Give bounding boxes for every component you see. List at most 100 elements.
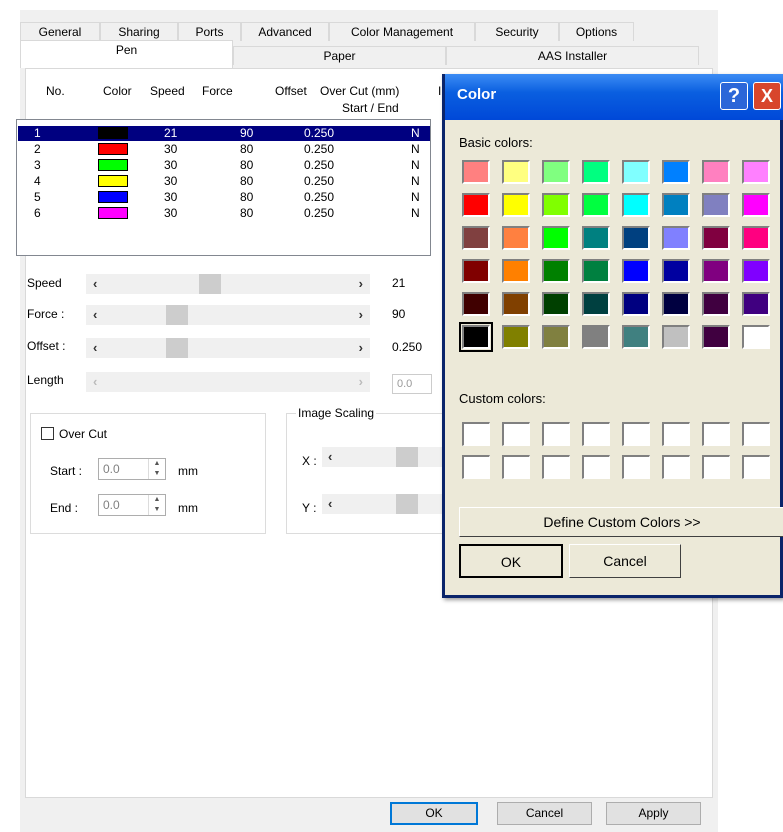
basic-color-swatch[interactable] <box>742 292 770 316</box>
custom-color-swatch[interactable] <box>662 455 690 479</box>
basic-color-swatch[interactable] <box>582 292 610 316</box>
basic-color-swatch[interactable] <box>702 193 730 217</box>
basic-color-swatch[interactable] <box>622 259 650 283</box>
basic-color-swatch[interactable] <box>582 193 610 217</box>
pen-row[interactable]: 2 30 80 0.250 N <box>18 142 430 157</box>
custom-color-swatch[interactable] <box>582 455 610 479</box>
basic-color-swatch[interactable] <box>542 292 570 316</box>
tab-paper[interactable]: Paper <box>233 46 446 65</box>
scale-y-slider[interactable]: ‹ <box>322 494 452 514</box>
basic-color-swatch[interactable] <box>662 193 690 217</box>
basic-color-swatch[interactable] <box>542 160 570 184</box>
pen-row[interactable]: 1 21 90 0.250 N <box>18 126 430 141</box>
slider-right-arrow-icon[interactable]: › <box>359 276 363 291</box>
custom-color-swatch[interactable] <box>742 455 770 479</box>
offset-slider[interactable]: ‹ › <box>86 338 370 358</box>
pen-row[interactable]: 3 30 80 0.250 N <box>18 158 430 173</box>
pen-list[interactable]: 1 21 90 0.250 N 2 30 80 0.250 N 3 30 80 0.250 N 4 30 80 0.… <box>16 119 431 256</box>
basic-color-swatch[interactable] <box>542 259 570 283</box>
pen-row[interactable]: 4 30 80 0.250 N <box>18 174 430 189</box>
basic-color-swatch[interactable] <box>622 160 650 184</box>
pen-color-swatch[interactable] <box>98 207 128 219</box>
scale-x-slider[interactable]: ‹ <box>322 447 452 467</box>
color-ok-button[interactable]: OK <box>459 544 563 578</box>
basic-color-swatch[interactable] <box>502 259 530 283</box>
basic-color-swatch[interactable] <box>622 193 650 217</box>
basic-color-swatch[interactable] <box>462 259 490 283</box>
slider-left-arrow-icon[interactable]: ‹ <box>93 340 97 355</box>
custom-color-swatch[interactable] <box>622 422 650 446</box>
pen-color-swatch[interactable] <box>98 127 128 139</box>
custom-color-swatch[interactable] <box>702 422 730 446</box>
spin-arrows-icon[interactable]: ▲ ▼ <box>148 495 165 515</box>
close-icon[interactable]: X <box>753 82 781 110</box>
tab-security[interactable]: Security <box>475 22 559 41</box>
basic-color-swatch[interactable] <box>702 226 730 250</box>
tab-sharing[interactable]: Sharing <box>100 22 178 41</box>
basic-color-swatch[interactable] <box>742 193 770 217</box>
tab-ports[interactable]: Ports <box>178 22 241 41</box>
custom-color-swatch[interactable] <box>462 455 490 479</box>
slider-left-arrow-icon[interactable]: ‹ <box>93 307 97 322</box>
basic-color-swatch[interactable] <box>662 160 690 184</box>
basic-color-swatch[interactable] <box>502 160 530 184</box>
basic-color-swatch[interactable] <box>542 193 570 217</box>
over-cut-checkbox[interactable] <box>41 427 54 440</box>
basic-color-swatch[interactable] <box>462 292 490 316</box>
custom-color-swatch[interactable] <box>622 455 650 479</box>
basic-color-swatch[interactable] <box>542 325 570 349</box>
basic-color-swatch[interactable] <box>502 325 530 349</box>
basic-color-swatch[interactable] <box>582 259 610 283</box>
basic-color-swatch[interactable] <box>502 292 530 316</box>
custom-color-swatch[interactable] <box>542 422 570 446</box>
pen-color-swatch[interactable] <box>98 191 128 203</box>
slider-right-arrow-icon[interactable]: › <box>359 307 363 322</box>
spin-arrows-icon[interactable]: ▲ ▼ <box>148 459 165 479</box>
basic-color-swatch[interactable] <box>702 160 730 184</box>
basic-color-swatch[interactable] <box>702 292 730 316</box>
slider-left-arrow-icon[interactable]: ‹ <box>328 449 332 464</box>
basic-color-swatch[interactable] <box>742 259 770 283</box>
scale-y-slider-thumb[interactable] <box>396 494 418 514</box>
basic-color-swatch[interactable] <box>582 160 610 184</box>
pen-color-swatch[interactable] <box>98 159 128 171</box>
custom-color-swatch[interactable] <box>582 422 610 446</box>
custom-color-swatch[interactable] <box>662 422 690 446</box>
custom-color-swatch[interactable] <box>542 455 570 479</box>
slider-right-arrow-icon[interactable]: › <box>359 340 363 355</box>
tab-general[interactable]: General <box>20 22 100 41</box>
basic-color-swatch[interactable] <box>459 322 493 352</box>
basic-color-swatch[interactable] <box>742 325 770 349</box>
pen-row[interactable]: 6 30 80 0.250 N <box>18 206 430 221</box>
basic-color-swatch[interactable] <box>662 226 690 250</box>
tab-pen[interactable]: Pen <box>20 40 233 68</box>
basic-color-swatch[interactable] <box>502 226 530 250</box>
slider-left-arrow-icon[interactable]: ‹ <box>328 496 332 511</box>
basic-color-swatch[interactable] <box>702 325 730 349</box>
basic-color-swatch[interactable] <box>662 259 690 283</box>
pen-row[interactable]: 5 30 80 0.250 N <box>18 190 430 205</box>
end-spinner[interactable]: 0.0 ▲ ▼ <box>98 494 166 516</box>
basic-color-swatch[interactable] <box>742 226 770 250</box>
help-icon[interactable]: ? <box>720 82 748 110</box>
basic-color-swatch[interactable] <box>462 226 490 250</box>
define-custom-colors-button[interactable]: Define Custom Colors >> <box>459 507 783 537</box>
apply-button[interactable]: Apply <box>606 802 701 825</box>
tab-options[interactable]: Options <box>559 22 634 41</box>
start-spinner[interactable]: 0.0 ▲ ▼ <box>98 458 166 480</box>
basic-color-swatch[interactable] <box>462 160 490 184</box>
basic-color-swatch[interactable] <box>502 193 530 217</box>
force-slider[interactable]: ‹ › <box>86 305 370 325</box>
offset-slider-thumb[interactable] <box>166 338 188 358</box>
custom-color-swatch[interactable] <box>742 422 770 446</box>
basic-color-swatch[interactable] <box>662 292 690 316</box>
cancel-button[interactable]: Cancel <box>497 802 592 825</box>
basic-color-swatch[interactable] <box>742 160 770 184</box>
custom-color-swatch[interactable] <box>502 455 530 479</box>
slider-left-arrow-icon[interactable]: ‹ <box>93 276 97 291</box>
force-slider-thumb[interactable] <box>166 305 188 325</box>
basic-color-swatch[interactable] <box>542 226 570 250</box>
basic-color-swatch[interactable] <box>622 226 650 250</box>
basic-color-swatch[interactable] <box>622 292 650 316</box>
pen-color-swatch[interactable] <box>98 143 128 155</box>
